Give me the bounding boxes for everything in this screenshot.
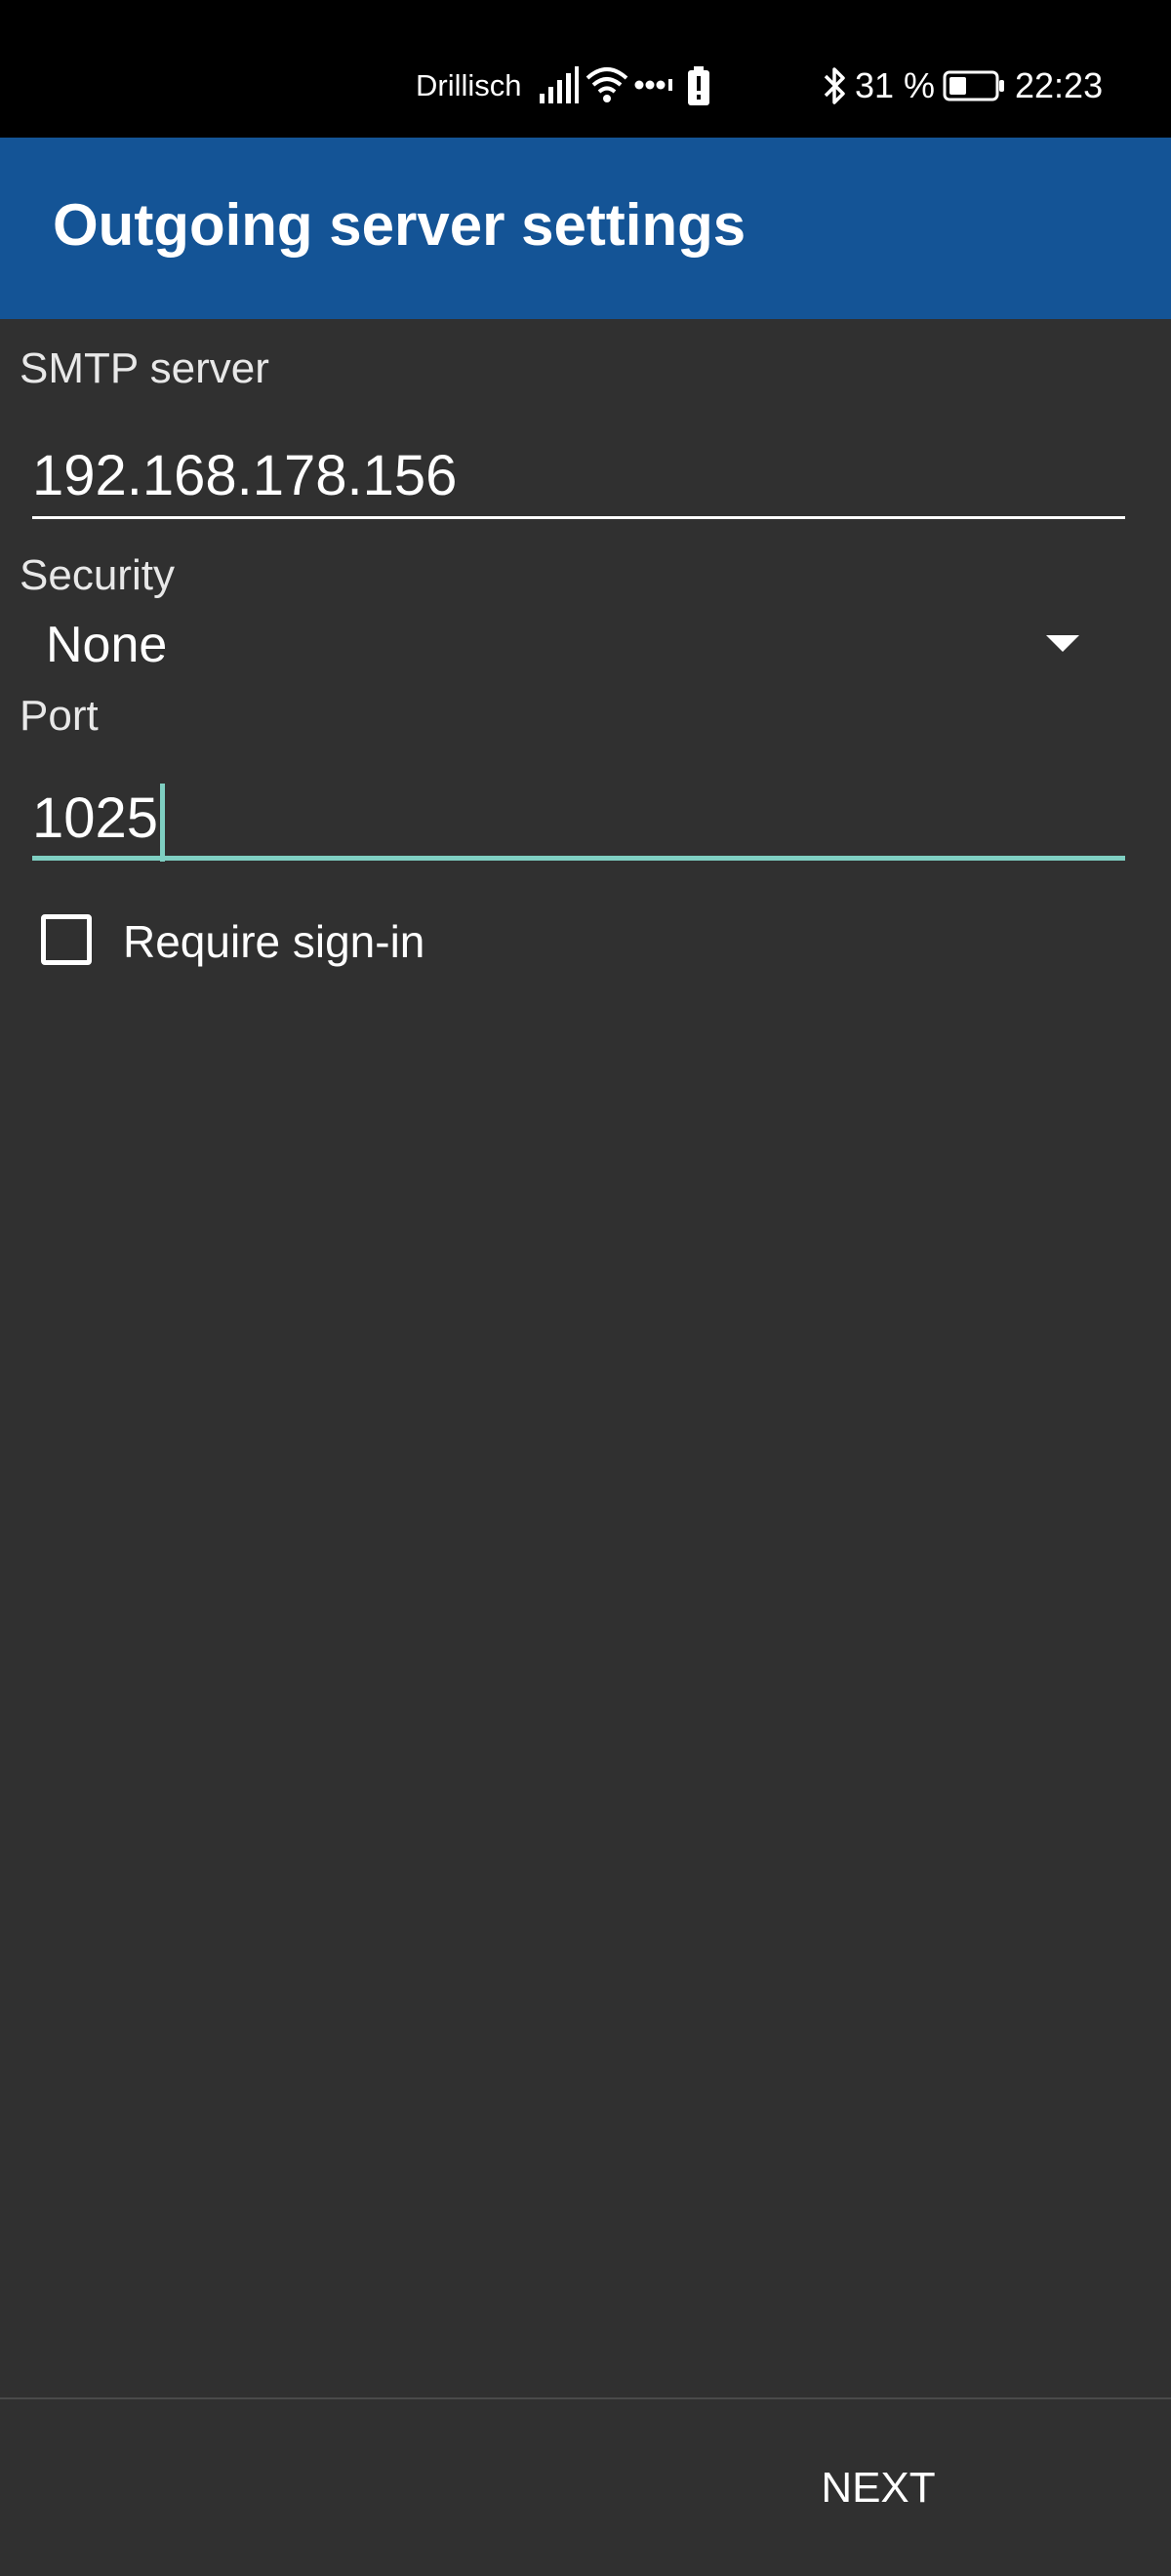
smtp-server-input[interactable] [32,435,1125,519]
battery-percent: 31 % [855,65,936,105]
more-dots-icon [634,79,672,91]
bluetooth-icon [824,67,845,104]
security-select[interactable]: None [20,607,1112,685]
screen: Drillisch 31 % 22:23 Outgoing server set… [0,0,1171,2576]
page-title: Outgoing server settings [53,192,747,258]
alert-battery-icon [688,66,709,105]
port-input[interactable] [32,777,1125,861]
require-signin-row[interactable]: Require sign-in [41,911,626,974]
security-selected-value: None [46,617,168,673]
status-bar: Drillisch 31 % 22:23 [0,0,1171,138]
next-button[interactable]: NEXT [761,2439,995,2537]
signal-icon [540,66,579,103]
battery-icon [943,70,1004,101]
require-signin-label: Require sign-in [123,916,425,967]
wifi-icon [586,67,628,102]
dropdown-arrow-icon [1046,635,1079,652]
carrier-name: Drillisch [416,68,522,102]
app-bar: Outgoing server settings [0,138,1171,319]
footer-divider [0,2397,1171,2399]
clock: 22:23 [1015,65,1104,105]
require-signin-checkbox[interactable] [41,914,92,965]
smtp-server-label: SMTP server [20,344,269,392]
security-label: Security [20,551,175,599]
port-label: Port [20,692,99,740]
